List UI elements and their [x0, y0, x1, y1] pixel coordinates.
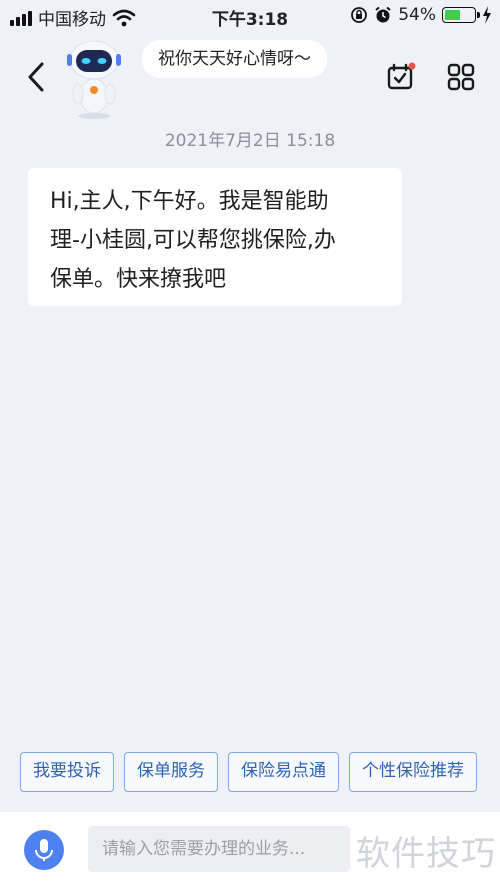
quick-reply-insurance-easy[interactable]: 保险易点通 — [228, 752, 339, 792]
microphone-icon — [35, 839, 53, 861]
input-bar: 软件技巧 — [0, 812, 500, 888]
quick-reply-policy-service[interactable]: 保单服务 — [124, 752, 218, 792]
battery-percent: 54% — [398, 5, 436, 25]
status-bar: 中国移动 下午3:18 54% — [0, 0, 500, 32]
status-right: 54% — [350, 5, 492, 25]
calendar-check-icon[interactable] — [386, 62, 416, 92]
quick-reply-complaint[interactable]: 我要投诉 — [20, 752, 114, 792]
bot-message-bubble: Hi,主人,下午好。我是智能助 理-小桂圆,可以帮您挑保险,办 保单。快来撩我吧 — [28, 168, 402, 306]
greeting-bubble: 祝你天天好心情呀～ — [142, 40, 327, 78]
orientation-lock-icon — [351, 7, 368, 23]
message-line: Hi,主人,下午好。我是智能助 — [50, 189, 329, 214]
battery-fill — [445, 10, 460, 20]
alarm-icon — [375, 6, 391, 23]
notification-dot — [408, 62, 416, 70]
voice-input-button[interactable] — [24, 830, 64, 870]
message-input[interactable] — [88, 826, 350, 872]
battery-icon — [442, 7, 480, 23]
message-timestamp: 2021年7月2日 15:18 — [164, 131, 336, 151]
chat-header: 祝你天天好心情呀～ — [0, 32, 500, 122]
message-line: 保单。快来撩我吧 — [50, 267, 227, 292]
quick-reply-bar: 我要投诉 保单服务 保险易点通 个性保险推荐 — [20, 752, 477, 792]
quick-reply-personal-recommend[interactable]: 个性保险推荐 — [349, 752, 477, 792]
robot-avatar — [67, 40, 121, 119]
grid-menu-icon[interactable] — [446, 62, 476, 92]
watermark: 软件技巧 — [356, 834, 496, 874]
message-line: 理-小桂圆,可以帮您挑保险,办 — [50, 228, 336, 253]
charging-icon — [483, 6, 491, 24]
back-arrow-icon[interactable] — [22, 60, 50, 94]
